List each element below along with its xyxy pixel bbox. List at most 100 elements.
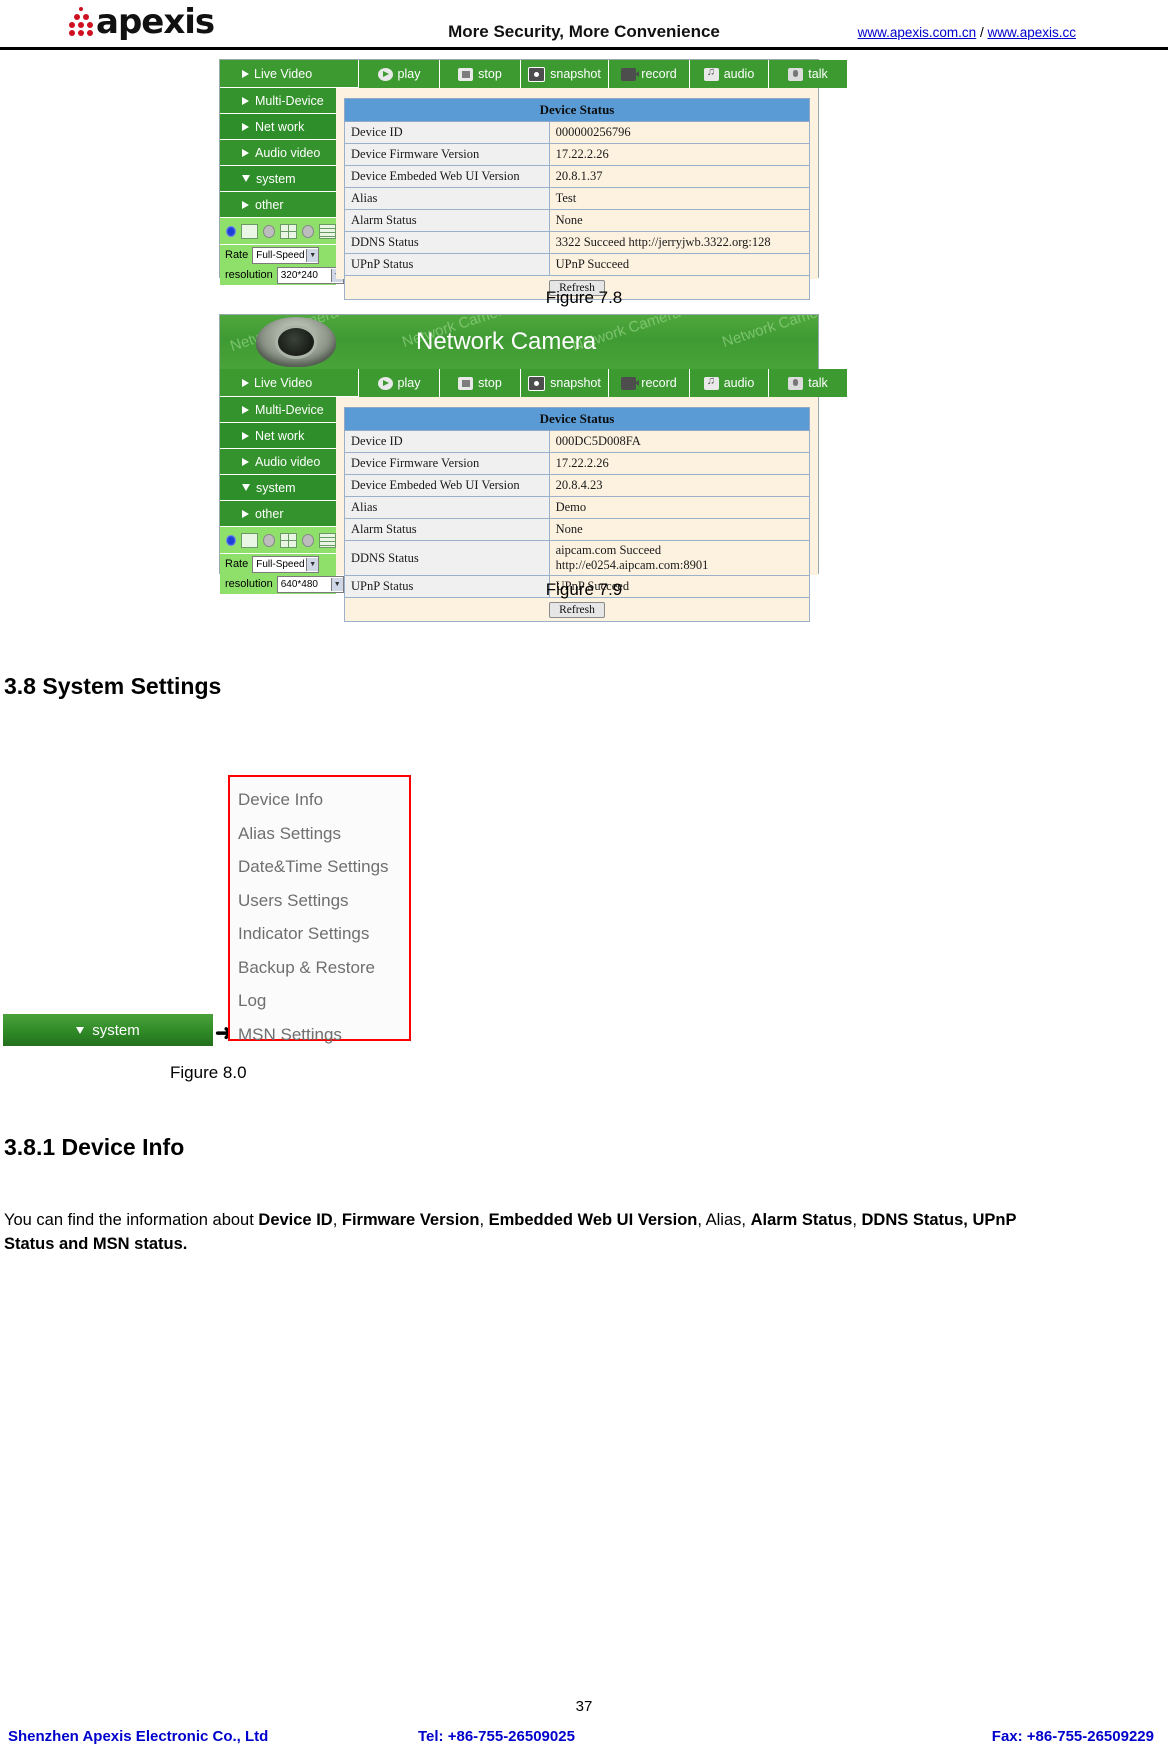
figure79-nav-live-video[interactable]: Live Video: [220, 369, 359, 397]
figure79-btn-audio[interactable]: audio: [690, 369, 769, 397]
figure78-resolution-row: resolution 320*240 ▼: [220, 265, 344, 285]
term-device-id: Device ID: [258, 1211, 333, 1229]
link-apexis-com-cn[interactable]: www.apexis.com.cn: [858, 25, 977, 40]
banner-watermark: Network Camera: [720, 315, 818, 351]
layout-quad-icon[interactable]: [279, 223, 297, 239]
sidebar-item-label: Multi-Device: [255, 402, 324, 417]
menu-item-date-time-settings[interactable]: Date&Time Settings: [238, 850, 409, 884]
menu-item-users-settings[interactable]: Users Settings: [238, 884, 409, 918]
triangle-right-icon: [242, 431, 249, 440]
footer-tel: Tel: +86-755-26509025: [418, 1727, 575, 1745]
figure79-btn-play[interactable]: play: [359, 369, 440, 397]
figure79-btn-snapshot[interactable]: snapshot: [521, 369, 609, 397]
figure79-sidebar-item-network[interactable]: Net work: [220, 423, 336, 449]
figure-7-8-screenshot: Live Video play stop snapshot record aud…: [219, 59, 847, 300]
menu-item-indicator-settings[interactable]: Indicator Settings: [238, 917, 409, 951]
record-icon: [621, 376, 640, 390]
figure79-banner: Network Camera Network Camera Network Ca…: [220, 315, 818, 369]
layout-radio-nine-icon[interactable]: [302, 224, 314, 238]
refresh-button[interactable]: Refresh: [549, 601, 605, 618]
layout-radio-nine-icon[interactable]: [302, 533, 314, 547]
layout-radio-single-selected-icon[interactable]: [226, 225, 236, 237]
rate-select[interactable]: Full-Speed ▼: [252, 246, 320, 264]
btn-label: snapshot: [550, 67, 601, 81]
apexis-logo: apexis: [68, 0, 248, 44]
layout-radio-quad-icon[interactable]: [263, 533, 275, 547]
figure78-btn-record[interactable]: record: [609, 60, 690, 88]
page-header: apexis More Security, More Convenience w…: [0, 0, 1168, 50]
layout-nine-icon[interactable]: [318, 532, 336, 548]
resolution-label: resolution: [225, 269, 273, 281]
layout-single-icon[interactable]: [240, 532, 258, 548]
figure78-btn-play[interactable]: play: [359, 60, 440, 88]
row-key: Device Firmware Version: [344, 143, 550, 166]
menu-item-backup-restore[interactable]: Backup & Restore: [238, 951, 409, 985]
link-apexis-cc[interactable]: www.apexis.cc: [987, 25, 1076, 40]
table-row: Device Firmware Version 17.22.2.26: [344, 143, 811, 166]
figure79-sidebar: Multi-Device Net work Audio video system…: [220, 397, 344, 594]
figure79-layout-selector[interactable]: [220, 527, 336, 554]
table-row-refresh: Refresh: [344, 597, 810, 622]
figure-7-9-caption: Figure 7.9: [545, 580, 623, 599]
stop-icon: [458, 67, 474, 81]
figure78-sidebar-item-network[interactable]: Net work: [220, 114, 336, 140]
btn-label: talk: [808, 67, 828, 81]
menu-item-device-info[interactable]: Device Info: [238, 783, 409, 817]
rate-select[interactable]: Full-Speed ▼: [252, 555, 320, 573]
row-value: 17.22.2.26: [548, 452, 811, 475]
row-key: DDNS Status: [344, 540, 550, 576]
layout-radio-quad-icon[interactable]: [263, 224, 275, 238]
figure78-sidebar-item-other[interactable]: other: [220, 192, 336, 218]
nav-label: Live Video: [254, 66, 313, 81]
figure79-btn-talk[interactable]: talk: [769, 369, 847, 397]
figure78-btn-stop[interactable]: stop: [440, 60, 521, 88]
layout-quad-icon[interactable]: [279, 532, 297, 548]
menu-item-msn-settings[interactable]: MSN Settings: [238, 1018, 409, 1052]
layout-radio-single-selected-icon[interactable]: [226, 534, 236, 546]
row-key: Device ID: [344, 121, 550, 144]
figure78-sidebar-item-audio-video[interactable]: Audio video: [220, 140, 336, 166]
figure79-btn-record[interactable]: record: [609, 369, 690, 397]
figure79-sidebar-item-other[interactable]: other: [220, 501, 336, 527]
figure78-sidebar: Multi-Device Net work Audio video system…: [220, 88, 344, 285]
figure78-layout-selector[interactable]: [220, 218, 336, 245]
triangle-right-icon: [242, 378, 249, 387]
row-key: DDNS Status: [344, 231, 550, 254]
triangle-right-icon: [242, 405, 249, 414]
triangle-right-icon: [242, 457, 249, 466]
header-tagline: More Security, More Convenience: [448, 22, 720, 41]
figure78-btn-audio[interactable]: audio: [690, 60, 769, 88]
figure79-sidebar-item-multi-device[interactable]: Multi-Device: [220, 397, 336, 423]
talk-icon: [788, 376, 804, 390]
figure78-nav-live-video[interactable]: Live Video: [220, 60, 359, 88]
row-value: None: [548, 209, 811, 232]
stop-icon: [458, 376, 474, 390]
figure78-sidebar-item-system[interactable]: system: [220, 166, 336, 192]
system-menu-button[interactable]: system: [3, 1014, 213, 1046]
layout-nine-icon[interactable]: [318, 223, 336, 239]
paragraph-text: You can find the information about: [4, 1211, 259, 1229]
menu-item-alias-settings[interactable]: Alias Settings: [238, 817, 409, 851]
separator: ,: [332, 1211, 342, 1229]
table-row: Device Embeded Web UI Version 20.8.1.37: [344, 165, 811, 188]
figure78-rate-row: Rate Full-Speed ▼: [220, 245, 336, 265]
logo-text: apexis: [96, 2, 215, 42]
menu-item-log[interactable]: Log: [238, 984, 409, 1018]
figure79-sidebar-item-system[interactable]: system: [220, 475, 336, 501]
resolution-select[interactable]: 320*240 ▼: [276, 266, 344, 284]
sidebar-item-label: other: [255, 506, 284, 521]
separator: , Alias,: [697, 1211, 751, 1229]
sidebar-item-label: system: [256, 480, 296, 495]
figure79-btn-stop[interactable]: stop: [440, 369, 521, 397]
figure78-btn-talk[interactable]: talk: [769, 60, 847, 88]
figure79-sidebar-item-audio-video[interactable]: Audio video: [220, 449, 336, 475]
row-key: Alarm Status: [344, 209, 550, 232]
record-icon: [621, 67, 640, 81]
btn-label: play: [397, 67, 421, 81]
figure78-btn-snapshot[interactable]: snapshot: [521, 60, 609, 88]
layout-single-icon[interactable]: [240, 223, 258, 239]
sidebar-item-label: system: [256, 171, 296, 186]
figure78-sidebar-item-multi-device[interactable]: Multi-Device: [220, 88, 336, 114]
row-key: Device Embeded Web UI Version: [344, 474, 550, 497]
row-value: 17.22.2.26: [548, 143, 811, 166]
